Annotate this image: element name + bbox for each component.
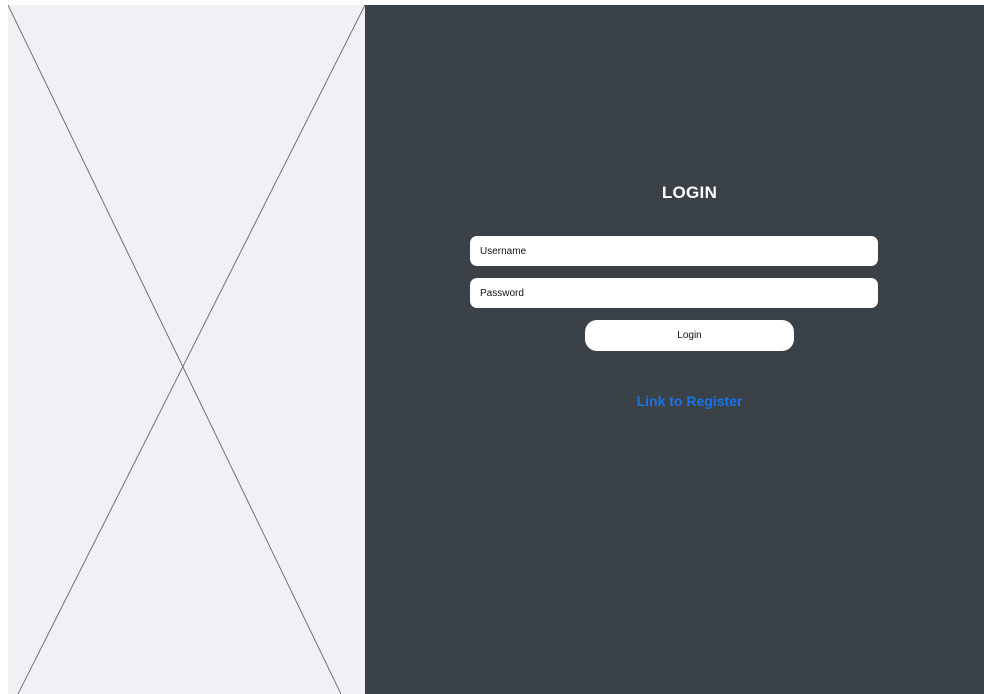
login-button[interactable]: Login — [585, 320, 794, 351]
placeholder-diagonal-left — [8, 5, 342, 694]
placeholder-diagonal-right — [17, 5, 365, 694]
app-frame: LOGIN Login Link to Register — [8, 5, 984, 694]
password-input[interactable] — [470, 278, 878, 308]
login-title: LOGIN — [661, 183, 718, 202]
register-link[interactable]: Link to Register — [365, 393, 984, 409]
login-panel: LOGIN Login Link to Register — [365, 5, 984, 694]
image-placeholder — [8, 5, 365, 694]
placeholder-cross-icon — [8, 5, 365, 694]
username-input[interactable] — [470, 236, 878, 266]
